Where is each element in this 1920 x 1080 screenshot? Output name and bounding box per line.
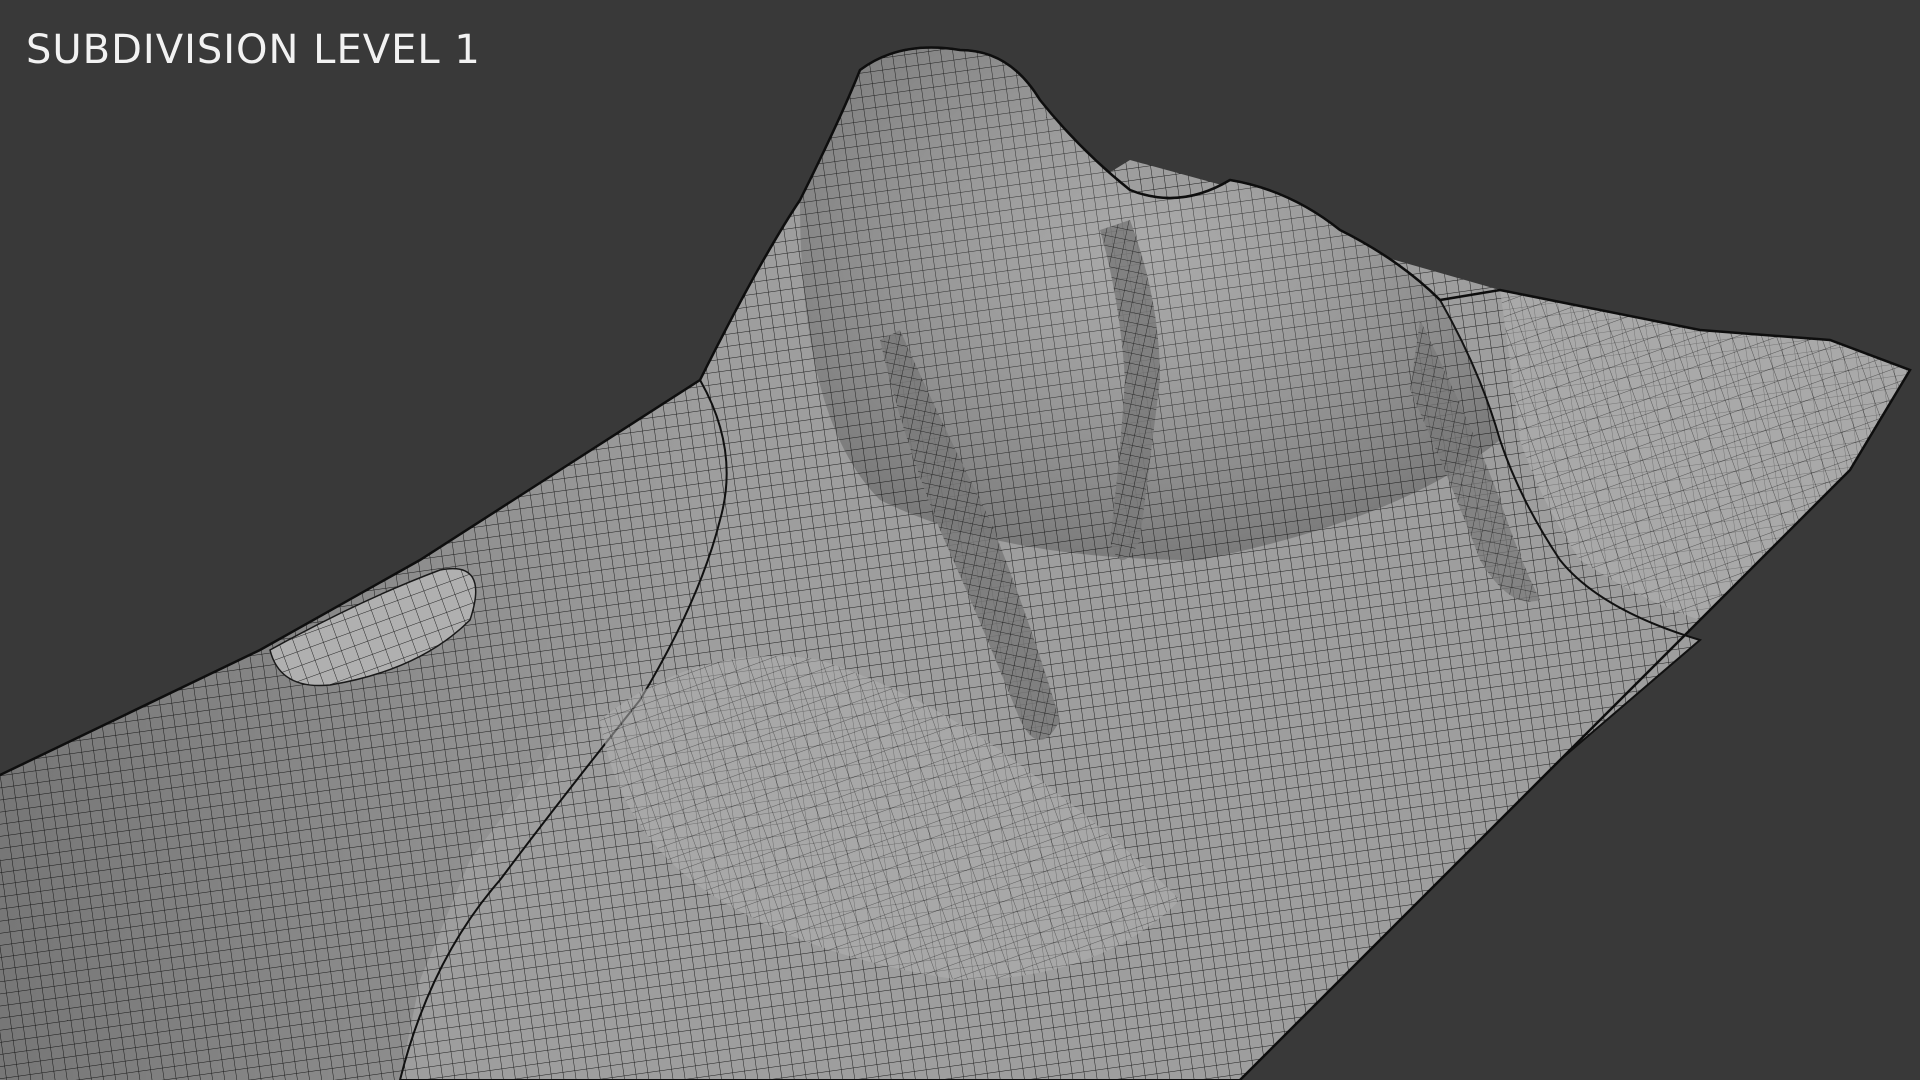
3d-viewport[interactable]: SUBDIVISION LEVEL 1	[0, 0, 1920, 1080]
subdivision-level-label: SUBDIVISION LEVEL 1	[26, 27, 481, 73]
terrain-mesh[interactable]	[0, 0, 1920, 1080]
